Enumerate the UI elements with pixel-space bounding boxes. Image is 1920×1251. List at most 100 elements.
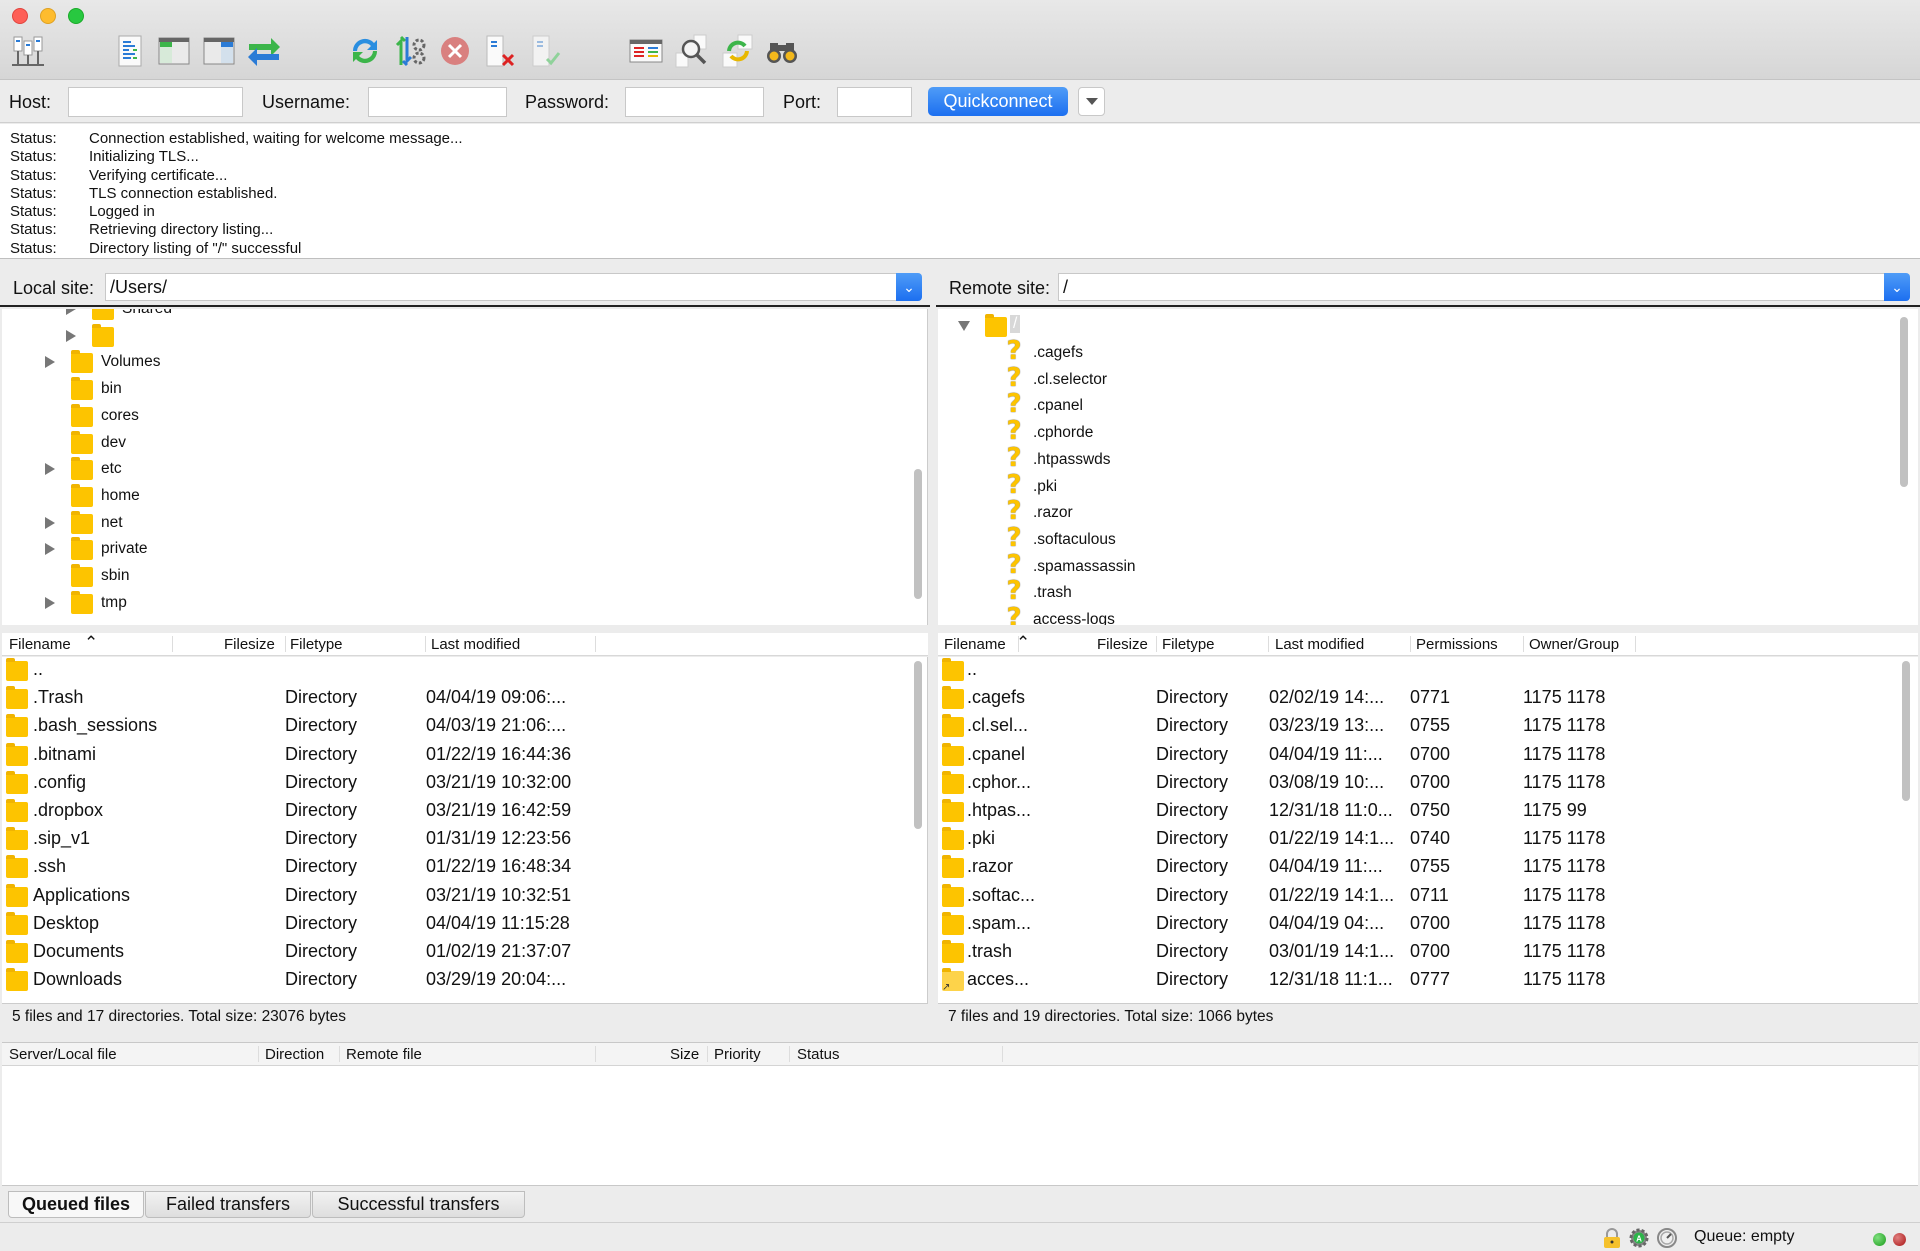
expand-arrow-icon[interactable] (45, 596, 55, 609)
expand-arrow-icon[interactable] (66, 329, 76, 342)
remote-tree-item[interactable]: ? .razor (938, 498, 1838, 525)
local-tree-item[interactable]: sbin (2, 563, 902, 589)
local-tree-item[interactable]: net (2, 510, 902, 536)
local-file-row[interactable]: .sip_v1 Directory 01/31/19 12:23:56 (2, 826, 927, 854)
column-divider[interactable] (595, 636, 596, 652)
remote-tree-item[interactable]: ? access-logs (938, 605, 1838, 625)
speed-limit-icon[interactable] (1656, 1227, 1678, 1249)
column-divider[interactable] (1268, 636, 1269, 652)
search-remote-button[interactable] (763, 32, 801, 70)
remote-directory-tree[interactable]: /? .cagefs? .cl.selector? .cpanel? .cphorde?… (938, 309, 1918, 625)
column-divider[interactable] (707, 1046, 708, 1062)
transfer-queue-list[interactable] (2, 1066, 1918, 1186)
expand-arrow-icon[interactable] (45, 516, 55, 529)
remote-tree-item[interactable]: ? .softaculous (938, 525, 1838, 552)
remote-tree-item[interactable]: ? .htpasswds (938, 445, 1838, 472)
remote-tree-item[interactable]: ? .cpanel (938, 391, 1838, 418)
auto-mode-icon[interactable]: A (1628, 1227, 1650, 1249)
remote-file-row[interactable]: ↗ acces... Directory 12/31/18 11:1... 0777 11… (938, 967, 1918, 995)
collapse-arrow-icon[interactable] (958, 321, 970, 331)
local-tree-item[interactable] (2, 323, 902, 349)
local-file-row[interactable]: Desktop Directory 04/04/19 11:15:28 (2, 911, 927, 939)
local-file-row[interactable]: .. (2, 657, 927, 685)
queue-column-size[interactable]: Size (670, 1046, 699, 1063)
local-tree-scrollbar[interactable] (914, 469, 922, 599)
local-tree-item[interactable]: Shared (2, 309, 902, 322)
column-header-filename[interactable]: Filename (9, 636, 71, 653)
column-divider[interactable] (595, 1046, 596, 1062)
disconnect-button[interactable] (480, 32, 518, 70)
queue-column-server-local-file[interactable]: Server/Local file (9, 1046, 117, 1063)
column-divider[interactable] (285, 636, 286, 652)
remote-tree-root[interactable]: / (938, 313, 1838, 339)
message-log[interactable]: Status: Connection established, waiting f… (0, 124, 1920, 259)
minimize-window-button[interactable] (40, 8, 56, 24)
column-divider[interactable] (258, 1046, 259, 1062)
username-input[interactable] (368, 87, 507, 117)
remote-tree-toggle-button[interactable] (200, 32, 238, 70)
column-divider[interactable] (1156, 636, 1157, 652)
local-site-path-input[interactable]: /Users/ (105, 273, 906, 301)
column-header-last-modified[interactable]: Last modified (431, 636, 520, 653)
remote-file-row[interactable]: .cl.sel... Directory 03/23/19 13:... 0755 11… (938, 713, 1918, 741)
cancel-operation-button[interactable] (436, 32, 474, 70)
remote-tree-item[interactable]: ? .spamassassin (938, 552, 1838, 579)
local-tree-item[interactable]: private (2, 536, 902, 562)
expand-arrow-icon[interactable] (45, 356, 55, 369)
close-window-button[interactable] (12, 8, 28, 24)
filename-filter-button[interactable] (673, 32, 711, 70)
tab-queued-files[interactable]: Queued files (8, 1191, 144, 1218)
remote-tree-scrollbar[interactable] (1900, 317, 1908, 487)
column-divider[interactable] (339, 1046, 340, 1062)
port-input[interactable] (837, 87, 912, 117)
local-tree-item[interactable]: home (2, 483, 902, 509)
local-file-list[interactable]: .. .Trash Directory 04/04/19 09:06:... .bash… (2, 657, 928, 1004)
column-divider[interactable] (425, 636, 426, 652)
local-tree-item[interactable]: cores (2, 403, 902, 429)
remote-file-row[interactable]: .cphor... Directory 03/08/19 10:... 0700 117… (938, 770, 1918, 798)
remote-file-row[interactable]: .htpas... Directory 12/31/18 11:0... 0750 11… (938, 798, 1918, 826)
local-site-history-dropdown[interactable]: ⌄ (896, 273, 922, 301)
column-divider[interactable] (1002, 1046, 1003, 1062)
column-header-owner-group[interactable]: Owner/Group (1529, 636, 1619, 653)
column-divider[interactable] (1410, 636, 1411, 652)
column-divider[interactable] (1635, 636, 1636, 652)
local-file-row[interactable]: Applications Directory 03/21/19 10:32:51 (2, 883, 927, 911)
maximize-window-button[interactable] (68, 8, 84, 24)
queue-column-direction[interactable]: Direction (265, 1046, 324, 1063)
tab-failed-transfers[interactable]: Failed transfers (145, 1191, 311, 1218)
site-manager-button[interactable] (9, 32, 47, 70)
lock-icon[interactable] (1601, 1227, 1623, 1249)
remote-file-row[interactable]: .spam... Directory 04/04/19 04:... 0700 1175… (938, 911, 1918, 939)
local-file-row[interactable]: Documents Directory 01/02/19 21:37:07 (2, 939, 927, 967)
local-directory-tree[interactable]: Shared Volumes bin cores dev etc home net privat… (2, 309, 928, 625)
local-file-row[interactable]: .Trash Directory 04/04/19 09:06:... (2, 685, 927, 713)
column-header-last-modified[interactable]: Last modified (1275, 636, 1364, 653)
column-header-filetype[interactable]: Filetype (1162, 636, 1215, 653)
expand-arrow-icon[interactable] (45, 543, 55, 556)
local-file-row[interactable]: .dropbox Directory 03/21/19 16:42:59 (2, 798, 927, 826)
remote-tree-item[interactable]: ? .cl.selector (938, 365, 1838, 392)
local-file-row[interactable]: .bash_sessions Directory 04/03/19 21:06:..… (2, 713, 927, 741)
local-file-row[interactable]: .ssh Directory 01/22/19 16:48:34 (2, 854, 927, 882)
quickconnect-history-dropdown[interactable] (1078, 87, 1105, 116)
queue-column-remote-file[interactable]: Remote file (346, 1046, 422, 1063)
remote-tree-item[interactable]: ? .trash (938, 578, 1838, 605)
remote-tree-item[interactable]: ? .cphorde (938, 418, 1838, 445)
sort-ascending-icon[interactable]: ⌃ (1016, 633, 1030, 653)
remote-file-row[interactable]: .razor Directory 04/04/19 11:... 0755 1175 1… (938, 854, 1918, 882)
column-header-filetype[interactable]: Filetype (290, 636, 343, 653)
sort-ascending-icon[interactable]: ⌃ (84, 633, 98, 653)
local-tree-item[interactable]: tmp (2, 590, 902, 616)
column-header-filesize[interactable]: Filesize (224, 636, 275, 653)
column-header-permissions[interactable]: Permissions (1416, 636, 1498, 653)
remote-file-row[interactable]: .cpanel Directory 04/04/19 11:... 0700 1175 … (938, 742, 1918, 770)
remote-file-row[interactable]: .trash Directory 03/01/19 14:1... 0700 1175 … (938, 939, 1918, 967)
column-header-filesize[interactable]: Filesize (1097, 636, 1148, 653)
remote-tree-item[interactable]: ? .pki (938, 472, 1838, 499)
local-file-row[interactable]: .bitnami Directory 01/22/19 16:44:36 (2, 742, 927, 770)
local-file-row[interactable]: .config Directory 03/21/19 10:32:00 (2, 770, 927, 798)
local-tree-item[interactable]: dev (2, 430, 902, 456)
quickconnect-button[interactable]: Quickconnect (928, 87, 1068, 116)
host-input[interactable] (68, 87, 243, 117)
